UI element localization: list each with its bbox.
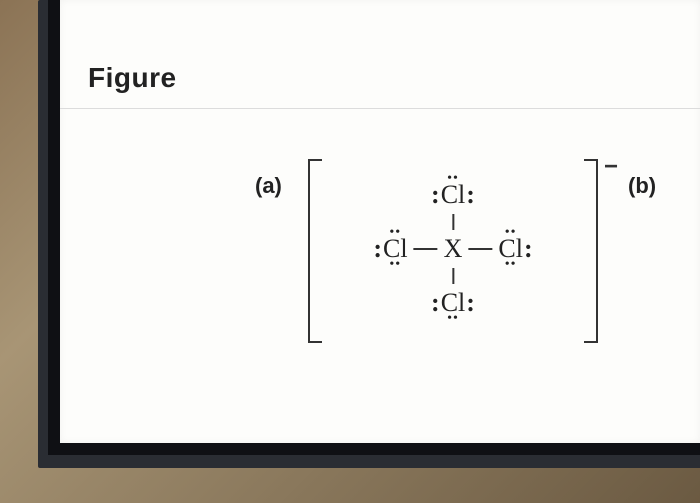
lewis-structure: : •• Cl : : •• •• Cl <box>373 177 532 321</box>
atom-cl-bottom: •• Cl <box>439 290 468 316</box>
atom-cl-left: •• •• Cl <box>381 236 410 262</box>
lewis-row-bottom: : •• Cl : <box>373 285 532 321</box>
lewis-structure-bracket: − : •• Cl : : •• •• <box>308 159 598 339</box>
lone-pair-top: •• <box>505 226 517 240</box>
lone-pair-top: •• <box>389 226 401 240</box>
figure-title: Figure <box>88 62 700 94</box>
atom-cl-top: •• Cl <box>439 182 468 208</box>
subfigure-label-a: (a) <box>255 173 282 199</box>
bond-horizontal <box>468 248 492 250</box>
bracket-right <box>584 159 598 343</box>
bond-vertical <box>452 214 454 230</box>
figure-body: (a) (b) − : •• Cl : : <box>60 109 700 151</box>
ion-charge: − <box>604 153 618 181</box>
atom-cl-right: •• •• Cl <box>496 236 525 262</box>
lone-pair-bottom: •• <box>447 312 459 326</box>
lone-pair-right: : <box>524 236 533 262</box>
lone-pair-right: : <box>466 182 475 208</box>
bracket-left <box>308 159 322 343</box>
screen-content: Figure (a) (b) − : •• Cl : <box>60 0 700 443</box>
lone-pair-bottom: •• <box>389 258 401 272</box>
bond-horizontal <box>414 248 438 250</box>
subfigure-label-b: (b) <box>628 173 656 199</box>
lone-pair-right: : <box>466 290 475 316</box>
bond-vertical <box>452 268 454 284</box>
lewis-row-middle: : •• •• Cl X •• •• Cl <box>373 231 532 267</box>
atom-x-center: X <box>442 236 465 262</box>
lewis-row-top: : •• Cl : <box>373 177 532 213</box>
element-symbol: X <box>444 234 463 263</box>
lone-pair-bottom: •• <box>505 258 517 272</box>
lone-pair-top: •• <box>447 172 459 186</box>
figure-header: Figure <box>60 0 700 109</box>
